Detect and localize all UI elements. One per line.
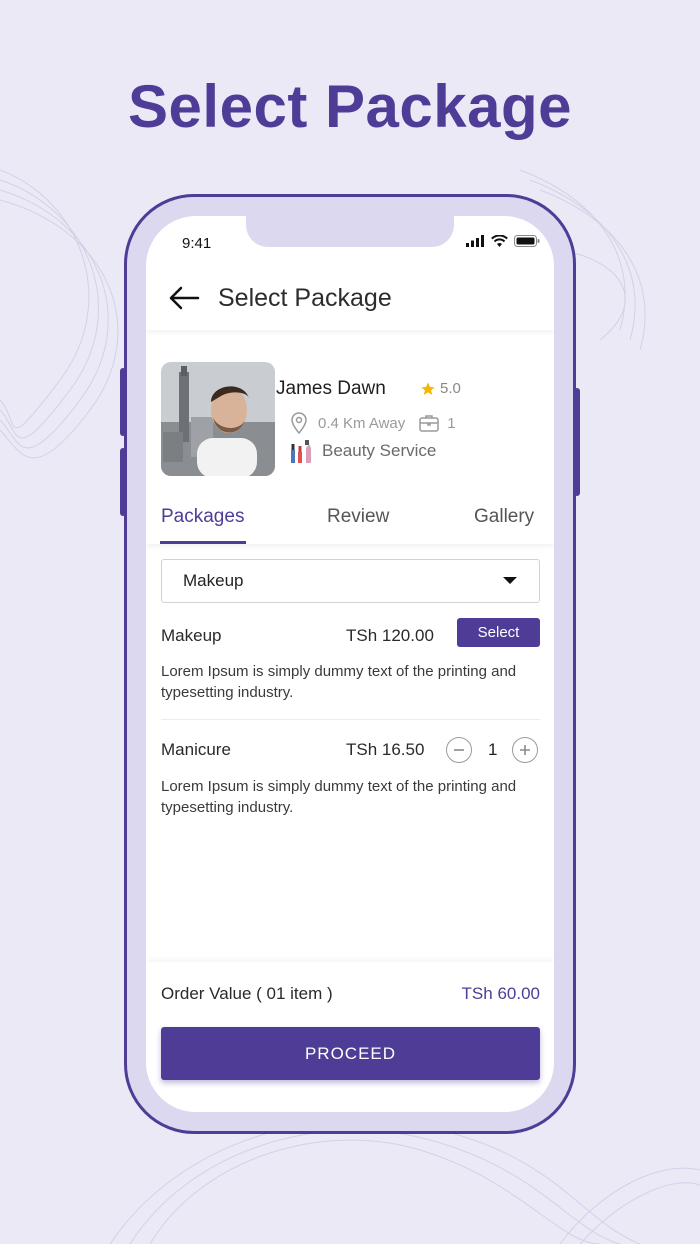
proceed-button[interactable]: PROCEED	[161, 1027, 540, 1080]
quantity-value: 1	[488, 740, 498, 759]
phone-notch	[246, 216, 454, 247]
service-name: Beauty Service	[322, 441, 437, 460]
active-tab-indicator	[160, 541, 246, 544]
tab-review[interactable]: Review	[327, 506, 389, 528]
tab-packages[interactable]: Packages	[161, 506, 244, 528]
screen-title: Select Package	[218, 283, 392, 312]
provider-name: James Dawn	[276, 378, 386, 399]
provider-service: Beauty Service	[290, 438, 436, 464]
provider-meta: 0.4 Km Away 1	[290, 412, 456, 434]
star-icon	[421, 381, 435, 395]
page-headline: Select Package	[128, 73, 572, 140]
package-price: TSh 16.50	[346, 740, 425, 759]
app-bar: Select Package	[146, 266, 554, 330]
package-price: TSh 120.00	[346, 626, 434, 645]
phone-screen: 9:41 Select Package James Dawn 5.0 0.4 K…	[146, 216, 554, 1112]
status-time: 9:41	[182, 235, 212, 252]
avatar	[161, 362, 275, 476]
phone-side-button	[574, 388, 580, 496]
package-description: Lorem Ipsum is simply dummy text of the …	[161, 778, 517, 816]
package-name: Makeup	[161, 626, 222, 645]
plus-icon	[520, 745, 530, 755]
status-icons	[466, 235, 540, 247]
category-dropdown[interactable]: Makeup	[161, 559, 540, 603]
phone-side-button	[120, 368, 126, 436]
package-description: Lorem Ipsum is simply dummy text of the …	[161, 663, 517, 701]
dropdown-caret-icon	[503, 577, 517, 584]
provider-jobs: 1	[447, 414, 456, 432]
beauty-tools-icon	[291, 440, 311, 463]
tab-gallery[interactable]: Gallery	[474, 506, 534, 528]
phone-side-button	[120, 448, 126, 516]
order-value-amount: TSh 60.00	[461, 984, 540, 1003]
order-value-label: Order Value ( 01 item )	[161, 984, 333, 1003]
provider-rating: 5.0	[420, 380, 461, 397]
minus-icon	[454, 749, 464, 751]
tab-bar: Packages Review Gallery	[146, 492, 554, 544]
category-dropdown-value: Makeup	[183, 571, 244, 590]
battery-icon	[514, 235, 540, 247]
package-name: Manicure	[161, 740, 231, 759]
order-footer: Order Value ( 01 item ) TSh 60.00 PROCEE…	[146, 962, 554, 1112]
package-divider	[161, 719, 540, 720]
select-package-button[interactable]: Select	[457, 618, 540, 647]
briefcase-icon	[419, 415, 440, 432]
location-pin-icon	[291, 412, 307, 434]
back-arrow-icon[interactable]	[168, 286, 200, 310]
provider-distance: 0.4 Km Away	[318, 414, 406, 432]
signal-icon	[466, 235, 484, 247]
decrease-quantity-button[interactable]	[446, 737, 472, 763]
wifi-icon	[491, 235, 508, 247]
increase-quantity-button[interactable]	[512, 737, 538, 763]
rating-value: 5.0	[440, 380, 461, 397]
